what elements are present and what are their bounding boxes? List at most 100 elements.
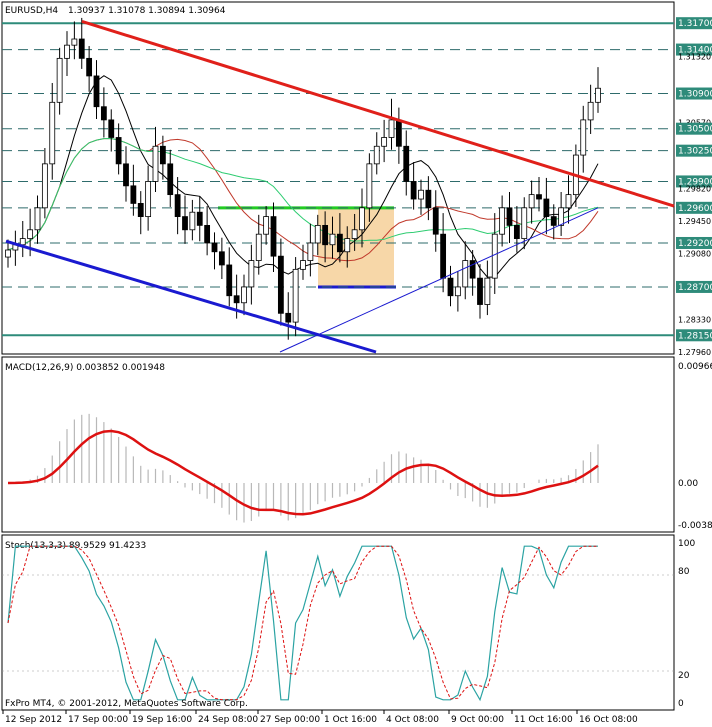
candle-body (543, 198, 550, 218)
candle-body (211, 242, 218, 253)
candle-body (5, 249, 11, 258)
candle-body (204, 224, 211, 244)
candle-body (410, 181, 417, 200)
price-level-label: 1.31700 (678, 19, 712, 29)
candle-body (19, 238, 26, 246)
candle-body (159, 145, 166, 165)
candle-body (521, 207, 528, 239)
time-label: 16 Oct 08:00 (579, 715, 638, 725)
time-label: 24 Sep 08:00 (198, 715, 258, 725)
candle-body (292, 268, 299, 323)
candle-body (300, 260, 306, 270)
candle-body (484, 277, 491, 305)
candle-body (226, 264, 233, 297)
support-zone (318, 207, 394, 287)
candle-body (64, 44, 70, 59)
time-axis: 12 Sep 2012 17 Sep 00:00 19 Sep 16:00 24 Se… (2, 710, 638, 725)
price-tick-label: 1.28330 (678, 315, 711, 324)
candle-body (145, 181, 152, 218)
time-label: 11 Oct 16:00 (514, 715, 573, 725)
candle-body (41, 163, 48, 209)
price-tick-label: 1.29080 (678, 250, 711, 259)
macd-axis: 0.00966 0.00 -0.00387 (678, 362, 712, 531)
candle-body (403, 145, 410, 182)
chart-title: EURUSD,H4 (5, 6, 58, 16)
time-label: 19 Sep 16:00 (132, 715, 192, 725)
candle-body (344, 238, 351, 253)
candle-body (491, 233, 498, 279)
time-label: 9 Oct 00:00 (451, 715, 504, 725)
candle-body (49, 101, 56, 165)
candle-body (469, 260, 476, 279)
candle-body (425, 189, 432, 209)
candle-body (388, 119, 395, 138)
candle-body (477, 277, 483, 305)
candle-body (447, 277, 454, 297)
candle-body (189, 211, 196, 231)
stoch-axis: 100 80 20 0 (678, 539, 695, 709)
price-level-label: 1.30900 (678, 90, 712, 100)
candle-body (499, 207, 506, 235)
trading-chart[interactable]: EURUSD,H4 1.30937 1.31078 1.30894 1.3096… (0, 0, 712, 727)
stoch-axis-20: 20 (678, 671, 690, 681)
stoch-axis-0: 0 (678, 699, 684, 709)
candle-body (454, 286, 461, 297)
candle-body (432, 207, 439, 235)
candle-body (56, 57, 63, 103)
candle-body (536, 194, 542, 200)
candle-body (580, 119, 587, 156)
price-axis: 1.317001.314001.313201.309001.305701.305… (676, 17, 712, 357)
candle-body (248, 260, 255, 288)
candle-body (285, 312, 292, 323)
candle-body (307, 242, 314, 261)
ohlc-values: 1.30937 1.31078 1.30894 1.30964 (68, 6, 226, 16)
time-label: 1 Oct 16:00 (324, 715, 377, 725)
price-tick-label: 1.29820 (678, 184, 711, 193)
stoch-axis-100: 100 (678, 539, 695, 549)
candle-body (270, 216, 277, 257)
candle-body (528, 194, 535, 209)
candle-body (167, 163, 174, 196)
candle-body (263, 216, 270, 235)
price-tick-label: 1.27960 (678, 348, 711, 357)
candle-body (381, 137, 388, 147)
candle-body (322, 224, 329, 246)
candle-body (174, 194, 181, 218)
stoch-panel[interactable] (1, 534, 675, 711)
time-label: 27 Sep 00:00 (260, 715, 320, 725)
candle-body (329, 233, 336, 246)
candle-body (34, 207, 41, 231)
candle-body (218, 251, 225, 266)
macd-axis-top: 0.00966 (678, 362, 712, 372)
macd-axis-bottom: -0.00387 (678, 521, 712, 531)
time-label: 12 Sep 2012 (5, 715, 62, 725)
time-label: 4 Oct 08:00 (386, 715, 439, 725)
candle-body (587, 101, 594, 121)
candle-body (182, 216, 188, 231)
price-level-label: 1.30250 (678, 147, 712, 157)
candle-body (115, 137, 122, 165)
candle-body (565, 194, 572, 209)
candle-body (513, 224, 520, 239)
candle-body (86, 57, 93, 77)
candle-body (506, 207, 513, 226)
price-level-label: 1.28700 (678, 283, 712, 293)
macd-label: MACD(12,26,9) 0.003852 0.001948 (5, 363, 165, 373)
price-level-label: 1.29200 (678, 239, 712, 249)
candle-body (233, 295, 240, 304)
candle-body (440, 233, 447, 279)
candle-body (373, 145, 380, 165)
price-tick-label: 1.31320 (678, 53, 711, 62)
candle-body (314, 224, 321, 244)
candle-body (366, 163, 373, 209)
candle-body (241, 286, 247, 304)
candle-body (359, 207, 365, 231)
candle-body (71, 38, 78, 46)
candle-body (152, 145, 159, 182)
candle-body (123, 163, 129, 187)
candle-body (395, 119, 402, 147)
candle-body (108, 119, 115, 138)
candle-body (27, 229, 34, 239)
candle-body (130, 185, 137, 204)
candle-body (558, 207, 565, 226)
